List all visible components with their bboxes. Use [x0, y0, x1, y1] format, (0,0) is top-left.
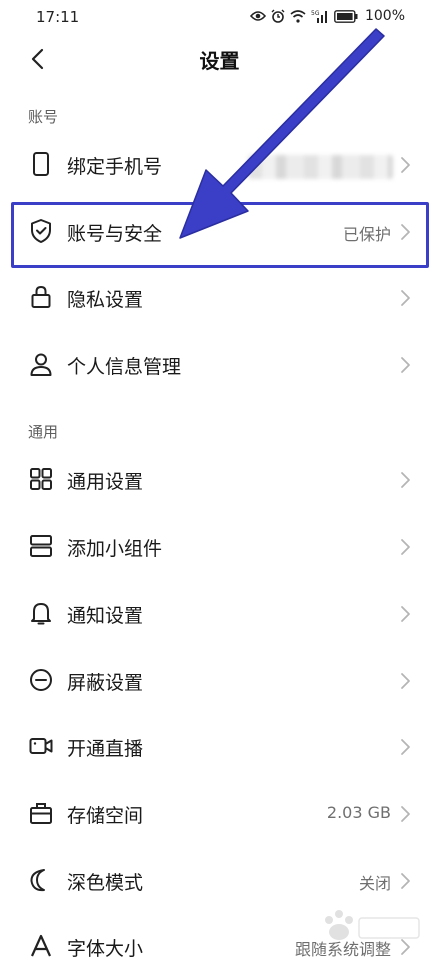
status-bar: 17:11 5G 100%: [0, 0, 439, 34]
settings-row-general[interactable]: 通用设置: [0, 447, 439, 513]
settings-row-dark-mode[interactable]: 深色模式 关闭: [0, 848, 439, 914]
settings-row-label: 字体大小: [67, 938, 144, 960]
settings-row-label: 隐私设置: [67, 289, 144, 311]
blurred-phone-number: [248, 155, 393, 179]
settings-row-notifications[interactable]: 通知设置: [0, 581, 439, 647]
settings-row-label: 通用设置: [67, 471, 144, 493]
chevron-right-icon: [401, 357, 410, 373]
settings-row-label: 存储空间: [67, 805, 144, 827]
settings-row-block[interactable]: 屏蔽设置: [0, 648, 439, 714]
moon-icon: [30, 869, 45, 892]
phone-icon: [33, 152, 49, 176]
battery-icon: [334, 9, 358, 23]
wifi-icon: [290, 9, 306, 23]
chevron-right-icon: [401, 873, 410, 889]
chevron-right-icon: [401, 290, 410, 306]
lock-icon: [31, 285, 51, 308]
storage-icon: [30, 803, 52, 824]
eye-icon: [249, 11, 266, 21]
chevron-right-icon: [401, 806, 410, 822]
settings-row-label: 绑定手机号: [67, 156, 163, 178]
chevron-right-icon: [401, 539, 410, 555]
settings-row-value: 关闭: [358, 874, 391, 893]
settings-row-account-security[interactable]: 账号与安全 已保护: [0, 199, 439, 265]
chevron-right-icon: [401, 673, 410, 689]
settings-row-value: 跟随系统调整: [294, 940, 391, 959]
settings-row-personal-info[interactable]: 个人信息管理: [0, 332, 439, 398]
chevron-right-icon: [401, 606, 410, 622]
settings-row-label: 开通直播: [67, 738, 144, 760]
shield-icon: [31, 219, 51, 243]
settings-row-storage[interactable]: 存储空间 2.03 GB: [0, 781, 439, 847]
settings-row-label: 个人信息管理: [67, 356, 182, 378]
section-title-account: 账号: [28, 108, 59, 126]
settings-row-value: 已保护: [342, 225, 391, 244]
settings-row-label: 账号与安全: [67, 223, 163, 245]
network-label: 5G: [311, 10, 320, 17]
widget-icon: [30, 535, 52, 557]
person-icon: [30, 353, 52, 376]
signal-icon: 5G: [311, 10, 327, 23]
settings-row-add-widget[interactable]: 添加小组件: [0, 514, 439, 580]
settings-row-label: 通知设置: [67, 605, 144, 627]
battery-percent: 100%: [364, 8, 405, 24]
settings-row-bind-phone[interactable]: 绑定手机号: [0, 132, 439, 198]
settings-row-value: 2.03 GB: [326, 803, 391, 822]
alarm-icon: [271, 9, 285, 23]
bell-icon: [31, 603, 51, 625]
settings-row-label: 深色模式: [67, 872, 144, 894]
status-icons: 5G 100%: [249, 8, 405, 24]
settings-row-font-size[interactable]: 字体大小 跟随系统调整: [0, 914, 439, 963]
block-icon: [30, 669, 52, 691]
chevron-right-icon: [401, 472, 410, 488]
chevron-right-icon: [401, 739, 410, 755]
settings-row-privacy[interactable]: 隐私设置: [0, 265, 439, 331]
chevron-right-icon: [401, 224, 410, 240]
nav-bar: 设置: [0, 34, 439, 84]
chevron-right-icon: [401, 939, 410, 955]
font-icon: [30, 934, 52, 957]
video-icon: [29, 738, 53, 754]
settings-row-label: 添加小组件: [67, 538, 163, 560]
settings-row-label: 屏蔽设置: [67, 672, 144, 694]
chevron-right-icon: [401, 157, 410, 173]
grid-icon: [30, 468, 52, 490]
section-title-general: 通用: [28, 423, 59, 441]
page-title: 设置: [199, 49, 240, 73]
settings-row-live[interactable]: 开通直播: [0, 714, 439, 780]
status-time: 17:11: [36, 8, 80, 26]
